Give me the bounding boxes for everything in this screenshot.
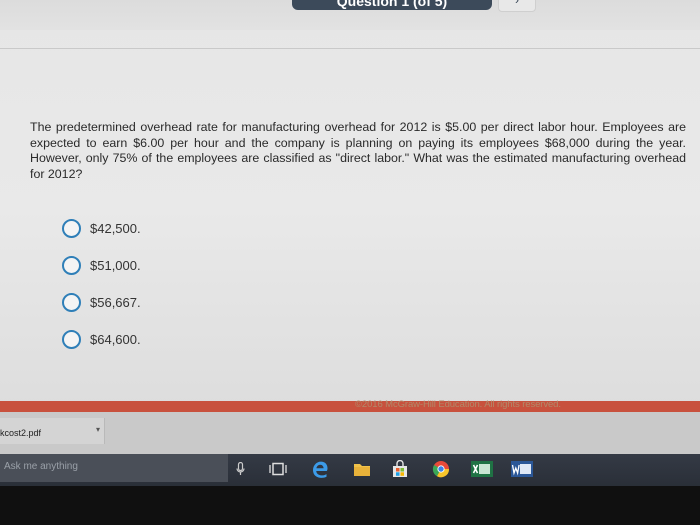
- monitor-bezel: [0, 486, 700, 525]
- word-icon[interactable]: [510, 460, 534, 478]
- chrome-browser-icon[interactable]: [430, 460, 452, 478]
- question-navigator[interactable]: Question 1 (of 5): [292, 0, 492, 10]
- file-explorer-icon[interactable]: [352, 460, 372, 478]
- microphone-icon[interactable]: [234, 460, 246, 478]
- copyright-text: ©2016 McGraw-Hill Education. All rights …: [355, 399, 561, 410]
- answer-option[interactable]: $56,667.: [62, 284, 141, 321]
- answer-label: $56,667.: [90, 295, 141, 310]
- header-divider: [0, 48, 700, 49]
- footer-bar: [0, 401, 700, 412]
- answer-options: $42,500. $51,000. $56,667. $64,600.: [62, 210, 141, 358]
- store-icon[interactable]: [390, 460, 410, 478]
- answer-label: $64,600.: [90, 332, 141, 347]
- radio-button[interactable]: [62, 256, 81, 275]
- download-bar: [0, 412, 700, 454]
- answer-label: $42,500.: [90, 221, 141, 236]
- next-question-button[interactable]: ›: [498, 0, 536, 12]
- answer-option[interactable]: $51,000.: [62, 247, 141, 284]
- radio-button[interactable]: [62, 330, 81, 349]
- answer-option[interactable]: $64,600.: [62, 321, 141, 358]
- task-view-icon[interactable]: [268, 460, 288, 478]
- radio-button[interactable]: [62, 219, 81, 238]
- question-text: The predetermined overhead rate for manu…: [30, 120, 686, 181]
- screen: Question 1 (of 5) › The predetermined ov…: [0, 0, 700, 525]
- edge-browser-icon[interactable]: [310, 460, 330, 478]
- download-menu-chevron-icon[interactable]: ▾: [96, 425, 100, 434]
- radio-button[interactable]: [62, 293, 81, 312]
- taskbar-search-placeholder: Ask me anything: [4, 461, 78, 472]
- download-file-name[interactable]: kcost2.pdf: [0, 428, 41, 438]
- answer-label: $51,000.: [90, 258, 141, 273]
- answer-option[interactable]: $42,500.: [62, 210, 141, 247]
- excel-icon[interactable]: [470, 460, 494, 478]
